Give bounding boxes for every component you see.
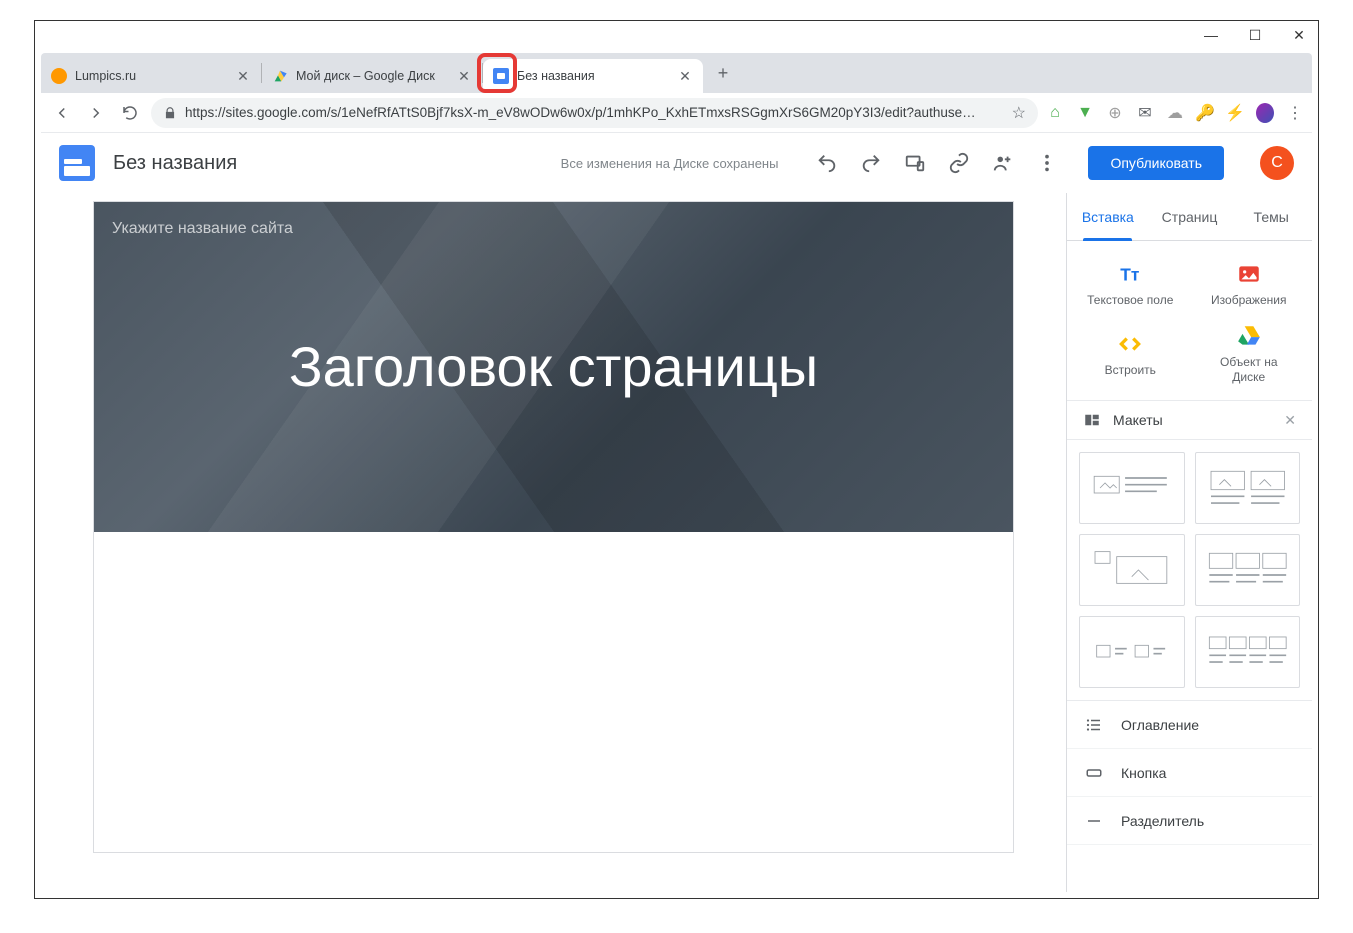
divider-icon [1085,812,1103,830]
insert-drive-object[interactable]: Объект наДиске [1190,315,1309,392]
layout-2[interactable] [1195,452,1301,524]
insert-list: Оглавление Кнопка Разделитель [1067,700,1312,845]
svg-text:Tᴛ: Tᴛ [1121,265,1140,285]
tab-close-icon[interactable]: ✕ [456,68,472,85]
tab-pages[interactable]: Страниц [1149,193,1231,240]
layout-3[interactable] [1079,534,1185,606]
redo-button[interactable] [860,152,882,174]
account-avatar[interactable]: С [1260,146,1294,180]
share-button[interactable] [992,152,1014,174]
tab-lumpics[interactable]: Lumpics.ru ✕ [41,59,261,93]
ext-key-icon[interactable]: 🔑 [1196,104,1214,122]
insert-embed[interactable]: Встроить [1071,315,1190,392]
site-name-placeholder[interactable]: Укажите название сайта [112,220,293,238]
undo-button[interactable] [816,152,838,174]
label: Текстовое поле [1087,293,1173,307]
tab-title: Lumpics.ru [75,69,227,83]
layouts-collapse-icon[interactable]: ✕ [1284,412,1296,429]
address-bar[interactable]: https://sites.google.com/s/1eNefRfATtS0B… [151,98,1038,128]
lock-icon [163,106,177,120]
layouts-label: Макеты [1113,412,1163,428]
preview-button[interactable] [904,152,926,174]
favicon-lumpics [51,68,67,84]
favicon-sites [493,68,509,84]
browser-menu-icon[interactable]: ⋮ [1286,104,1304,122]
ext-home-icon[interactable]: ⌂ [1046,104,1064,122]
window-close-icon[interactable]: ✕ [1292,27,1306,44]
window-maximize-icon[interactable]: ☐ [1248,27,1262,44]
tab-insert[interactable]: Вставка [1067,193,1149,240]
app-header: Без названия Все изменения на Диске сохр… [41,133,1312,193]
tab-sites-active[interactable]: Без названия ✕ [483,59,703,93]
layout-6[interactable] [1195,616,1301,688]
window-controls: — ☐ ✕ [1204,27,1306,44]
tab-title: Без названия [517,69,669,83]
ext-cloud-icon[interactable]: ☁ [1166,104,1184,122]
reload-button[interactable] [117,100,143,126]
insert-image[interactable]: Изображения [1190,253,1309,315]
tab-close-icon[interactable]: ✕ [677,68,693,85]
label: Кнопка [1121,765,1166,781]
layout-4[interactable] [1195,534,1301,606]
insert-divider[interactable]: Разделитель [1067,797,1312,845]
insert-textbox[interactable]: Tᴛ Текстовое поле [1071,253,1190,315]
label: Разделитель [1121,813,1204,829]
document-title[interactable]: Без названия [113,152,237,175]
site-canvas[interactable]: Укажите название сайта Заголовок страниц… [93,201,1014,853]
canvas-body[interactable] [94,532,1013,852]
layout-5[interactable] [1079,616,1185,688]
window-minimize-icon[interactable]: — [1204,27,1218,44]
favicon-drive [272,68,288,84]
profile-avatar-icon[interactable] [1256,104,1274,122]
new-tab-button[interactable]: + [709,59,737,87]
tab-close-icon[interactable]: ✕ [235,68,251,85]
tab-themes[interactable]: Темы [1230,193,1312,240]
side-panel: Вставка Страниц Темы Tᴛ Текстовое поле И… [1066,193,1312,892]
bookmark-star-icon[interactable]: ☆ [1012,103,1026,123]
back-button[interactable] [49,100,75,126]
sites-logo-icon[interactable] [59,145,95,181]
ext-shield-icon[interactable]: ▼ [1076,104,1094,122]
insert-primary-grid: Tᴛ Текстовое поле Изображения Встроить О… [1067,241,1312,400]
label: Объект наДиске [1220,355,1278,384]
drive-icon [1236,323,1262,349]
hero-section[interactable]: Укажите название сайта Заголовок страниц… [94,202,1013,532]
image-icon [1236,261,1262,287]
ext-bolt-icon[interactable]: ⚡ [1226,104,1244,122]
layouts-grid [1067,440,1312,700]
ext-mail-icon[interactable]: ✉ [1136,104,1154,122]
insert-toc[interactable]: Оглавление [1067,701,1312,749]
extension-icons: ⌂ ▼ ⊕ ✉ ☁ 🔑 ⚡ ⋮ [1046,104,1304,122]
label: Встроить [1105,363,1156,377]
ext-globe-icon[interactable]: ⊕ [1106,104,1124,122]
url-text: https://sites.google.com/s/1eNefRfATtS0B… [185,105,1004,120]
forward-button[interactable] [83,100,109,126]
tab-drive[interactable]: Мой диск – Google Диск ✕ [262,59,482,93]
canvas-area: Укажите название сайта Заголовок страниц… [41,193,1066,892]
sidepanel-tabs: Вставка Страниц Темы [1067,193,1312,241]
link-button[interactable] [948,152,970,174]
button-icon [1085,764,1103,782]
insert-button[interactable]: Кнопка [1067,749,1312,797]
layouts-icon [1083,411,1101,429]
more-menu-button[interactable] [1036,152,1058,174]
label: Оглавление [1121,717,1199,733]
textbox-icon: Tᴛ [1117,261,1143,287]
toc-icon [1085,716,1103,734]
page-title-heading[interactable]: Заголовок страницы [289,332,818,402]
label: Изображения [1211,293,1286,307]
url-bar: https://sites.google.com/s/1eNefRfATtS0B… [41,93,1312,133]
publish-button[interactable]: Опубликовать [1088,146,1224,180]
embed-icon [1117,331,1143,357]
layout-1[interactable] [1079,452,1185,524]
tab-title: Мой диск – Google Диск [296,69,448,83]
save-status: Все изменения на Диске сохранены [561,156,779,171]
tab-strip: Lumpics.ru ✕ Мой диск – Google Диск ✕ Бе… [41,53,1312,93]
layouts-header: Макеты ✕ [1067,400,1312,440]
